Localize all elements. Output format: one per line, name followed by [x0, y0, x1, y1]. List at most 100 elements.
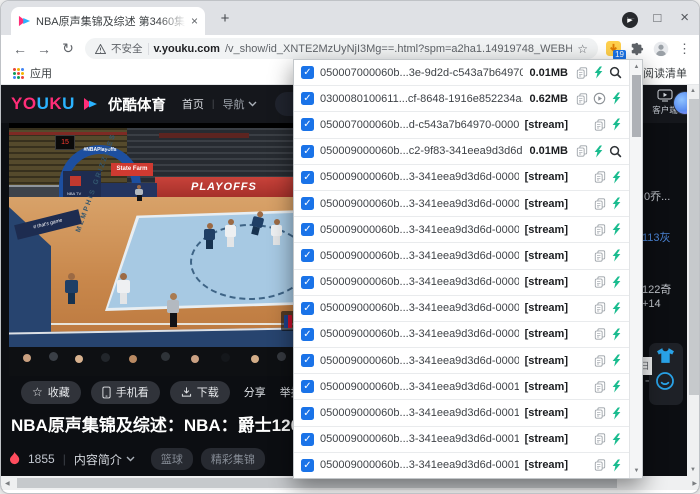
reload-button[interactable]: ↻	[57, 40, 79, 57]
preview-icon[interactable]	[609, 145, 622, 158]
row-checkbox[interactable]: ✓	[301, 302, 314, 315]
page-vertical-scrollbar[interactable]: ▲ ▼	[687, 85, 700, 476]
hscroll-thumb[interactable]	[17, 478, 617, 488]
window-close-button[interactable]: ×	[680, 9, 689, 26]
download-icon[interactable]	[611, 171, 622, 184]
download-icon[interactable]	[611, 354, 622, 367]
profile-avatar-icon[interactable]	[653, 41, 669, 57]
nav-menu-link[interactable]: 导航	[223, 96, 257, 112]
download-row: ✓050009000060b...3-341eea9d3d6d-00010.ts…	[294, 374, 629, 400]
download-icon[interactable]	[611, 433, 622, 446]
copy-link-icon[interactable]	[576, 145, 588, 157]
row-checkbox[interactable]: ✓	[301, 223, 314, 236]
copy-link-icon[interactable]	[594, 302, 606, 314]
download-icon[interactable]	[611, 197, 622, 210]
related-video-link[interactable]: 113灰	[642, 229, 671, 245]
vscroll-thumb[interactable]	[689, 99, 699, 395]
row-checkbox[interactable]: ✓	[301, 197, 314, 210]
file-name: 050009000060b...3-341eea9d3d6d-00011.ts	[320, 407, 519, 419]
download-icon[interactable]	[611, 249, 622, 262]
row-checkbox[interactable]: ✓	[301, 380, 314, 393]
row-checkbox[interactable]: ✓	[301, 433, 314, 446]
row-checkbox[interactable]: ✓	[301, 171, 314, 184]
download-icon[interactable]	[611, 118, 622, 131]
row-checkbox[interactable]: ✓	[301, 276, 314, 289]
customer-service-button[interactable]	[655, 371, 675, 396]
copy-link-icon[interactable]	[594, 433, 606, 445]
new-tab-button[interactable]: +	[215, 9, 235, 29]
file-name: 050009000060b...3-341eea9d3d6d-00007.ts	[320, 302, 519, 314]
tab-close-icon[interactable]: ×	[191, 14, 198, 28]
browser-window: NBA原声集锦及综述 第3460集 N × + ▶ – □ × ← → ↻ 不安…	[0, 0, 700, 494]
forward-button[interactable]: →	[33, 41, 55, 57]
download-icon[interactable]	[611, 328, 622, 341]
browser-tab[interactable]: NBA原声集锦及综述 第3460集 N ×	[11, 7, 205, 35]
extensions-puzzle-icon[interactable]	[630, 42, 644, 56]
download-icon[interactable]	[611, 380, 622, 393]
related-video-link[interactable]: +14	[642, 298, 661, 310]
back-button[interactable]: ←	[9, 41, 31, 57]
row-checkbox[interactable]: ✓	[301, 354, 314, 367]
address-bar[interactable]: 不安全 v.youku.com /v_show/id_XNTE2MzUyNjI3…	[85, 38, 598, 59]
download-icon[interactable]	[593, 66, 604, 79]
download-button[interactable]: 下载	[170, 381, 230, 404]
download-icon[interactable]	[611, 407, 622, 420]
download-icon[interactable]	[611, 276, 622, 289]
popup-scrollbar[interactable]: ▲ ▼	[629, 60, 642, 478]
copy-link-icon[interactable]	[594, 250, 606, 262]
tshirt-button[interactable]	[656, 347, 675, 369]
browser-toolbar: ← → ↻ 不安全 v.youku.com /v_show/id_XNTE2Mz…	[1, 35, 699, 62]
copy-link-icon[interactable]	[576, 67, 588, 79]
copy-link-icon[interactable]	[594, 355, 606, 367]
apps-shortcut[interactable]: 应用	[30, 65, 52, 81]
maximize-button[interactable]: □	[653, 10, 661, 25]
copy-link-icon[interactable]	[594, 224, 606, 236]
share-button[interactable]: 分享	[244, 384, 266, 400]
copy-link-icon[interactable]	[594, 381, 606, 393]
copy-link-icon[interactable]	[594, 276, 606, 288]
download-icon[interactable]	[593, 145, 604, 158]
copy-link-icon[interactable]	[594, 328, 606, 340]
download-icon[interactable]	[611, 459, 622, 472]
row-checkbox[interactable]: ✓	[301, 459, 314, 472]
row-checkbox[interactable]: ✓	[301, 118, 314, 131]
download-row: ✓050009000060b...3-341eea9d3d6d-00004.ts…	[294, 217, 629, 243]
copy-link-icon[interactable]	[576, 93, 588, 105]
copy-link-icon[interactable]	[594, 119, 606, 131]
summary-toggle[interactable]: 内容简介	[74, 451, 135, 468]
youku-logo[interactable]: YOUKU	[11, 94, 75, 114]
tag-basketball[interactable]: 篮球	[151, 448, 193, 470]
bookmark-star-icon[interactable]: ☆	[577, 42, 588, 56]
tag-highlights[interactable]: 精彩集锦	[201, 448, 265, 470]
download-icon[interactable]	[611, 223, 622, 236]
download-icon	[181, 386, 192, 398]
copy-link-icon[interactable]	[594, 407, 606, 419]
row-checkbox[interactable]: ✓	[301, 92, 314, 105]
download-icon[interactable]	[611, 92, 622, 105]
downloader-popup: ✓050007000060b...3e-9d2d-c543a7b64970.m3…	[293, 59, 643, 479]
popup-scroll-thumb[interactable]	[632, 75, 641, 137]
chrome-menu-icon[interactable]: ⋮	[678, 41, 691, 57]
file-size: [stream]	[525, 355, 568, 367]
copy-link-icon[interactable]	[594, 171, 606, 183]
downloader-extension-icon[interactable]: 19	[606, 41, 621, 56]
copy-link-icon[interactable]	[594, 459, 606, 471]
row-checkbox[interactable]: ✓	[301, 328, 314, 341]
play-preview-icon[interactable]	[593, 92, 606, 105]
row-checkbox[interactable]: ✓	[301, 249, 314, 262]
minimize-button[interactable]: –	[627, 10, 634, 25]
video-title: NBA原声集锦及综述：NBA：爵士120	[11, 411, 300, 436]
watch-on-mobile-button[interactable]: 手机看	[91, 381, 160, 404]
nav-home-link[interactable]: 首页	[182, 96, 204, 112]
favorite-button[interactable]: ☆收藏	[21, 381, 81, 404]
row-checkbox[interactable]: ✓	[301, 407, 314, 420]
row-checkbox[interactable]: ✓	[301, 66, 314, 79]
copy-link-icon[interactable]	[594, 198, 606, 210]
download-icon[interactable]	[611, 302, 622, 315]
preview-icon[interactable]	[609, 66, 622, 79]
related-video-link[interactable]: 0乔...	[644, 188, 670, 204]
file-size: [stream]	[525, 407, 568, 419]
download-row: ✓050009000060b...3-341eea9d3d6d-00012.ts…	[294, 427, 629, 453]
related-video-link[interactable]: 122奇	[642, 281, 671, 297]
row-checkbox[interactable]: ✓	[301, 145, 314, 158]
